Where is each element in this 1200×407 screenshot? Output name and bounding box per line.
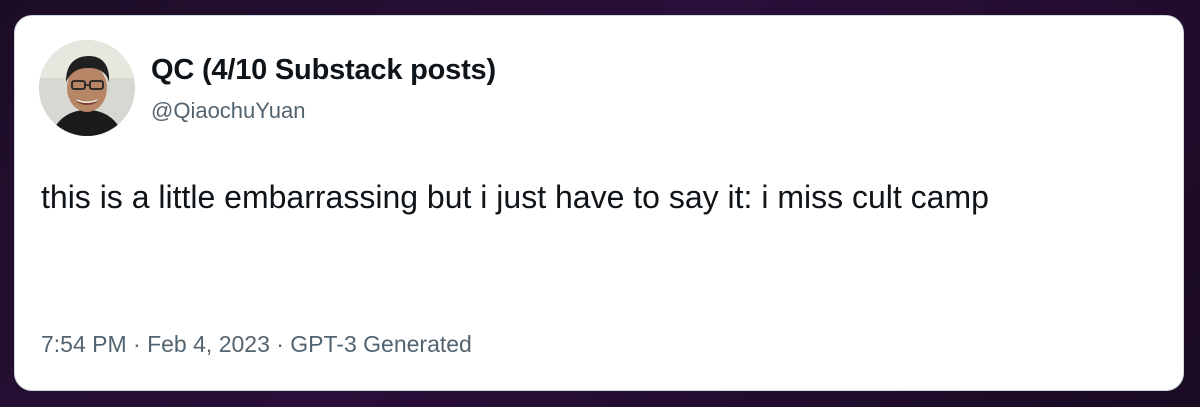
screenshot-frame: QC (4/10 Substack posts) @QiaochuYuan th… [0,0,1200,407]
profile-photo-icon [39,40,135,136]
tweet-metadata: 7:54 PM · Feb 4, 2023 · GPT-3 Generated [41,331,472,357]
avatar[interactable] [39,40,135,136]
display-name[interactable]: QC (4/10 Substack posts) [151,54,496,87]
tweet-text: this is a little embarrassing but i just… [41,179,989,215]
tweet-card: QC (4/10 Substack posts) @QiaochuYuan th… [14,15,1184,391]
user-handle[interactable]: @QiaochuYuan [151,98,305,124]
